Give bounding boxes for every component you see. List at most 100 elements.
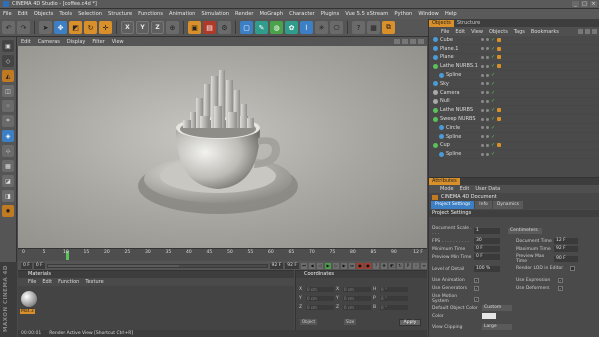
attribute-menu-edit[interactable]: Edit — [460, 186, 470, 192]
color-swatch[interactable] — [482, 313, 496, 319]
nurbs-generator-icon[interactable]: ◍ — [270, 21, 283, 34]
menu-selection[interactable]: Selection — [78, 11, 102, 17]
use-motion-system-checkbox[interactable]: ✓ — [474, 296, 479, 302]
viewport-rotate-icon[interactable] — [410, 39, 416, 44]
render-visibility-dot-icon[interactable] — [486, 108, 489, 112]
material-label[interactable]: Mat.3 — [20, 309, 35, 314]
tab-structure[interactable]: Structure — [454, 20, 483, 27]
object-row[interactable]: Sweep NURBS ✓ — [429, 115, 599, 124]
point-mode-icon[interactable]: ⁘ — [2, 100, 14, 112]
enabled-check-icon[interactable]: ✓ — [491, 64, 495, 69]
coordinate-field[interactable]: 0 ° — [380, 287, 408, 292]
object-name[interactable]: Plane — [440, 54, 599, 60]
object-menu-tags[interactable]: Tags — [514, 29, 525, 35]
object-menu-objects[interactable]: Objects — [489, 29, 508, 35]
render-picture-viewer-icon[interactable]: ▤ — [203, 21, 216, 34]
close-button[interactable]: × — [590, 1, 597, 7]
enabled-check-icon[interactable]: ✓ — [491, 55, 495, 60]
object-row[interactable]: Spline ✓ — [429, 133, 599, 142]
render-lod-checkbox[interactable] — [570, 266, 575, 271]
search-icon[interactable] — [578, 29, 583, 34]
render-visibility-dot-icon[interactable] — [486, 126, 489, 130]
material-tag-icon[interactable] — [497, 108, 501, 113]
tab-project-settings[interactable]: Project Settings — [431, 201, 475, 209]
scale-key-icon[interactable]: ◩ — [389, 262, 395, 269]
viewport-menu-filter[interactable]: Filter — [92, 39, 104, 45]
object-name[interactable]: Null — [440, 98, 599, 104]
scale-tool-icon[interactable]: ◩ — [69, 21, 82, 34]
param-key-icon[interactable]: P — [405, 262, 411, 269]
transform-tool-icon[interactable]: ✛ — [99, 21, 112, 34]
layout-icon[interactable]: ▦ — [367, 21, 380, 34]
tab-dynamics[interactable]: Dynamics — [492, 201, 524, 209]
end-frame-field[interactable]: 92 F — [285, 262, 299, 269]
editor-visibility-dot-icon[interactable] — [481, 99, 484, 103]
render-visibility-dot-icon[interactable] — [486, 152, 489, 156]
editor-visibility-dot-icon[interactable] — [481, 55, 484, 59]
python-script-icon[interactable]: ⧉ — [382, 21, 395, 34]
min-time-field[interactable]: 0 F — [474, 246, 500, 252]
render-visibility-dot-icon[interactable] — [486, 135, 489, 139]
editor-visibility-dot-icon[interactable] — [481, 117, 484, 121]
viewport-menu-display[interactable]: Display — [67, 39, 85, 45]
viewport-menu-view[interactable]: View — [112, 39, 124, 45]
undo-icon[interactable]: ↶ — [2, 21, 15, 34]
position-key-icon[interactable]: ✥ — [381, 262, 387, 269]
object-name[interactable]: Camera — [440, 90, 599, 96]
enabled-check-icon[interactable]: ✓ — [491, 37, 495, 42]
use-deformers-checkbox[interactable]: ✓ — [558, 286, 563, 291]
record-icon[interactable]: ● — [357, 262, 363, 269]
object-name[interactable]: Lathe NURBS.1 — [440, 63, 599, 69]
viewport-menu-cameras[interactable]: Cameras — [38, 39, 60, 45]
viewport-menu-edit[interactable]: Edit — [21, 39, 31, 45]
next-key-icon[interactable]: ▶ — [341, 262, 347, 269]
menu-functions[interactable]: Functions — [138, 11, 163, 17]
expand-icon[interactable] — [592, 29, 597, 34]
viewport-toggle-icon[interactable] — [418, 39, 424, 44]
enabled-check-icon[interactable]: ✓ — [491, 152, 495, 157]
preview-min-field[interactable]: 0 F — [474, 254, 500, 260]
editor-visibility-dot-icon[interactable] — [481, 64, 484, 68]
attribute-menu-mode[interactable]: Mode — [440, 186, 454, 192]
render-visibility-dot-icon[interactable] — [486, 47, 489, 51]
doc-scale-unit-dropdown[interactable]: Centimeters — [508, 228, 542, 234]
doc-time-field[interactable]: 12 F — [554, 238, 578, 244]
rotate-tool-icon[interactable]: ↻ — [84, 21, 97, 34]
workplane-icon[interactable]: ◨ — [2, 190, 14, 202]
enabled-check-icon[interactable]: ✓ — [491, 134, 495, 139]
coordinate-field[interactable]: 0 cm — [306, 305, 334, 310]
editor-visibility-dot-icon[interactable] — [481, 135, 484, 139]
render-visibility-dot-icon[interactable] — [486, 82, 489, 86]
menu-animation[interactable]: Animation — [169, 11, 195, 17]
menu-python[interactable]: Python — [394, 11, 412, 17]
enabled-check-icon[interactable]: ✓ — [491, 125, 495, 130]
object-name[interactable]: Cup — [440, 142, 599, 148]
render-visibility-dot-icon[interactable] — [486, 64, 489, 68]
z-axis-lock-button[interactable]: Z — [151, 21, 164, 34]
object-row[interactable]: Circle ✓ — [429, 124, 599, 133]
menu-structure[interactable]: Structure — [108, 11, 132, 17]
coordinate-field[interactable]: 0 ° — [380, 305, 408, 310]
go-to-start-icon[interactable]: ⏮ — [301, 262, 307, 269]
object-row[interactable]: Cup ✓ — [429, 142, 599, 151]
coordinate-field[interactable]: 0 cm — [343, 305, 371, 310]
doc-scale-field[interactable]: 1 — [474, 228, 500, 234]
material-tag-icon[interactable] — [497, 46, 501, 51]
timeline-menu-icon[interactable]: ≡ — [421, 262, 427, 269]
object-menu-bookmarks[interactable]: Bookmarks — [531, 29, 559, 35]
coordinate-field[interactable]: 0 cm — [306, 287, 334, 292]
render-visibility-dot-icon[interactable] — [486, 117, 489, 121]
rotation-key-icon[interactable]: ↻ — [397, 262, 403, 269]
editor-visibility-dot-icon[interactable] — [481, 91, 484, 95]
viewport-move-icon[interactable] — [394, 39, 400, 44]
cube-primitive-icon[interactable]: ▢ — [240, 21, 253, 34]
fps-field[interactable]: 30 — [474, 238, 500, 244]
x-axis-lock-button[interactable]: X — [121, 21, 134, 34]
render-visibility-dot-icon[interactable] — [486, 38, 489, 42]
object-row[interactable]: Lathe NURBS.1 ✓ — [429, 62, 599, 72]
make-editable-icon[interactable]: ▣ — [2, 40, 14, 52]
coordinate-field[interactable]: 0 ° — [380, 296, 408, 301]
enabled-check-icon[interactable]: ✓ — [491, 90, 495, 95]
editor-visibility-dot-icon[interactable] — [481, 152, 484, 156]
pla-key-icon[interactable]: ⁘ — [413, 262, 419, 269]
